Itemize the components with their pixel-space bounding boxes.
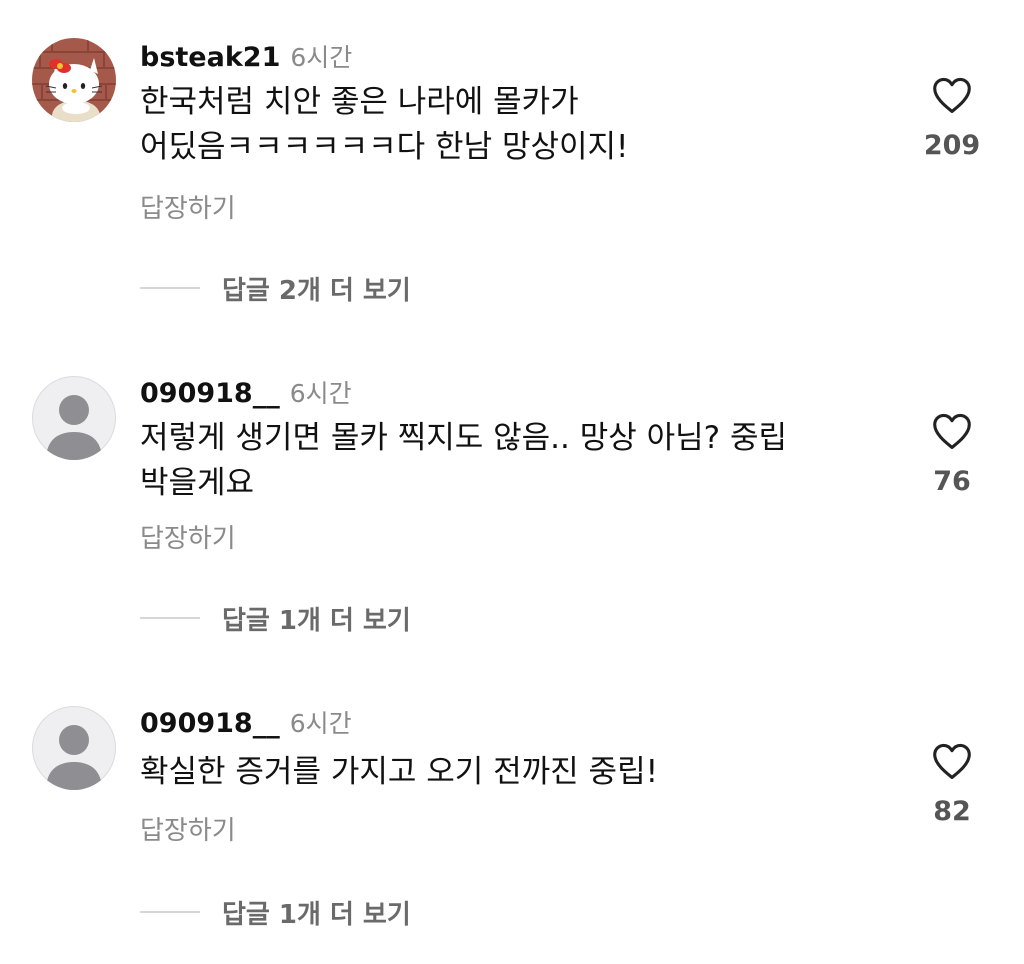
comment-time: 6시간 <box>289 709 352 738</box>
divider-line <box>140 617 200 619</box>
heart-outline-icon[interactable] <box>931 742 973 780</box>
comment-meta: 090918__ 6시간 <box>140 374 352 409</box>
avatar[interactable] <box>32 38 116 122</box>
like-count: 76 <box>933 466 971 497</box>
like-block: 82 <box>900 742 1004 827</box>
view-more-replies-button[interactable]: 답글 1개 더 보기 <box>140 894 411 930</box>
divider-line <box>140 287 200 289</box>
comment-text: 확실한 증거를 가지고 오기 전까진 중립! <box>140 754 659 790</box>
reply-button[interactable]: 답장하기 <box>140 188 236 225</box>
username[interactable]: 090918__ <box>140 708 280 739</box>
avatar[interactable] <box>32 376 116 460</box>
default-user-avatar-icon <box>46 725 102 790</box>
comment-item: 090918__ 6시간 저렇게 생기면 몰카 찍지도 않음.. 망상 아님? … <box>0 330 1024 660</box>
default-user-avatar-icon <box>46 395 102 460</box>
view-more-replies-button[interactable]: 답글 2개 더 보기 <box>140 270 411 306</box>
view-more-replies-label: 답글 1개 더 보기 <box>222 899 411 930</box>
comment-text: 한국처럼 치안 좋은 나라에 몰카가 어딨음ㅋㅋㅋㅋㅋㅋ다 한남 망상이지! <box>140 84 629 165</box>
comment-text: 저렇게 생기면 몰카 찍지도 않음.. 망상 아님? 중립 박을게요 <box>140 420 788 501</box>
reply-button[interactable]: 답장하기 <box>140 518 236 555</box>
view-more-replies-button[interactable]: 답글 1개 더 보기 <box>140 600 411 636</box>
view-more-replies-label: 답글 1개 더 보기 <box>222 605 411 636</box>
like-block: 76 <box>900 412 1004 497</box>
comment-time: 6시간 <box>289 379 352 408</box>
hello-kitty-avatar-icon <box>32 38 116 122</box>
avatar[interactable] <box>32 706 116 790</box>
reply-button[interactable]: 답장하기 <box>140 810 236 847</box>
divider-line <box>140 911 200 913</box>
like-block: 209 <box>900 76 1004 161</box>
comment-meta: bsteak21 6시간 <box>140 38 353 73</box>
comment-item: 090918__ 6시간 확실한 증거를 가지고 오기 전까진 중립! 답장하기… <box>0 660 1024 964</box>
comment-time: 6시간 <box>290 43 353 72</box>
username[interactable]: 090918__ <box>140 378 280 409</box>
heart-outline-icon[interactable] <box>931 412 973 450</box>
username[interactable]: bsteak21 <box>140 42 280 73</box>
view-more-replies-label: 답글 2개 더 보기 <box>222 275 411 306</box>
comment-meta: 090918__ 6시간 <box>140 704 352 739</box>
like-count: 209 <box>923 130 981 161</box>
comment-item: bsteak21 6시간 한국처럼 치안 좋은 나라에 몰카가 어딨음ㅋㅋㅋㅋㅋ… <box>0 0 1024 330</box>
heart-outline-icon[interactable] <box>931 76 973 114</box>
like-count: 82 <box>933 796 971 827</box>
